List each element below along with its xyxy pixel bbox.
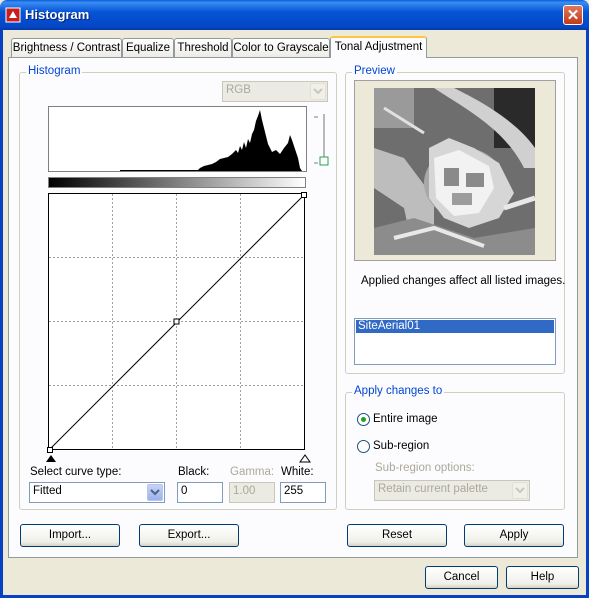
channel-select-value: RGB <box>226 84 251 96</box>
preview-group-label: Preview <box>352 65 397 77</box>
chevron-down-icon <box>310 83 326 100</box>
help-button[interactable]: Help <box>506 566 579 589</box>
black-label: Black: <box>178 466 210 478</box>
sub-region-radio[interactable] <box>357 440 370 453</box>
chevron-down-icon <box>147 484 163 501</box>
chevron-down-icon <box>512 482 528 499</box>
radio-dot-icon <box>361 417 366 422</box>
curve-handle-black <box>47 447 53 453</box>
apply-button[interactable]: Apply <box>464 524 564 547</box>
export-button[interactable]: Export... <box>139 524 239 547</box>
sub-region-label[interactable]: Sub-region <box>373 440 429 452</box>
tone-gradient-bar <box>48 177 306 188</box>
tab-equalize[interactable]: Equalize <box>122 38 174 57</box>
curve-handle-white <box>301 192 307 198</box>
white-field[interactable]: 255 <box>280 482 326 503</box>
import-button[interactable]: Import... <box>20 524 120 547</box>
apply-changes-group-label: Apply changes to <box>352 385 445 397</box>
curve-type-label: Select curve type: <box>30 466 122 478</box>
gamma-label: Gamma: <box>230 466 275 478</box>
curve-type-select[interactable]: Fitted <box>29 482 165 503</box>
sub-region-options-select[interactable]: Retain current palette <box>374 480 530 501</box>
level-slider[interactable] <box>312 110 332 172</box>
white-point-triangle <box>299 454 311 463</box>
sub-region-options-label: Sub-region options: <box>375 462 475 474</box>
reset-button[interactable]: Reset <box>347 524 447 547</box>
tab-threshold[interactable]: Threshold <box>174 38 232 57</box>
tab-brightness-contrast[interactable]: Brightness / Contrast <box>11 38 122 57</box>
tone-curve-graph[interactable] <box>46 191 312 465</box>
entire-image-radio[interactable] <box>357 413 370 426</box>
gamma-field[interactable]: 1.00 <box>229 482 275 503</box>
image-list[interactable]: SiteAerial01 <box>354 318 556 365</box>
histogram-plot <box>48 106 307 172</box>
sub-region-options-value: Retain current palette <box>378 483 488 495</box>
preview-note: Applied changes affect all listed images… <box>361 275 566 287</box>
preview-image <box>374 88 535 255</box>
app-icon <box>5 7 21 23</box>
list-item[interactable]: SiteAerial01 <box>356 320 554 333</box>
black-point-triangle <box>46 455 56 462</box>
histogram-group-label: Histogram <box>26 65 83 77</box>
black-field[interactable]: 0 <box>177 482 223 503</box>
curve-type-value: Fitted <box>33 485 62 497</box>
entire-image-label[interactable]: Entire image <box>373 413 438 425</box>
curve-handle-mid <box>173 318 180 325</box>
window-title: Histogram <box>25 7 90 22</box>
tab-color-to-grayscale[interactable]: Color to Grayscale <box>232 38 330 57</box>
tab-tonal-adjustment[interactable]: Tonal Adjustment <box>330 36 427 58</box>
close-button[interactable]: ✕ <box>563 5 583 25</box>
cancel-button[interactable]: Cancel <box>425 566 498 589</box>
white-label: White: <box>281 466 314 478</box>
